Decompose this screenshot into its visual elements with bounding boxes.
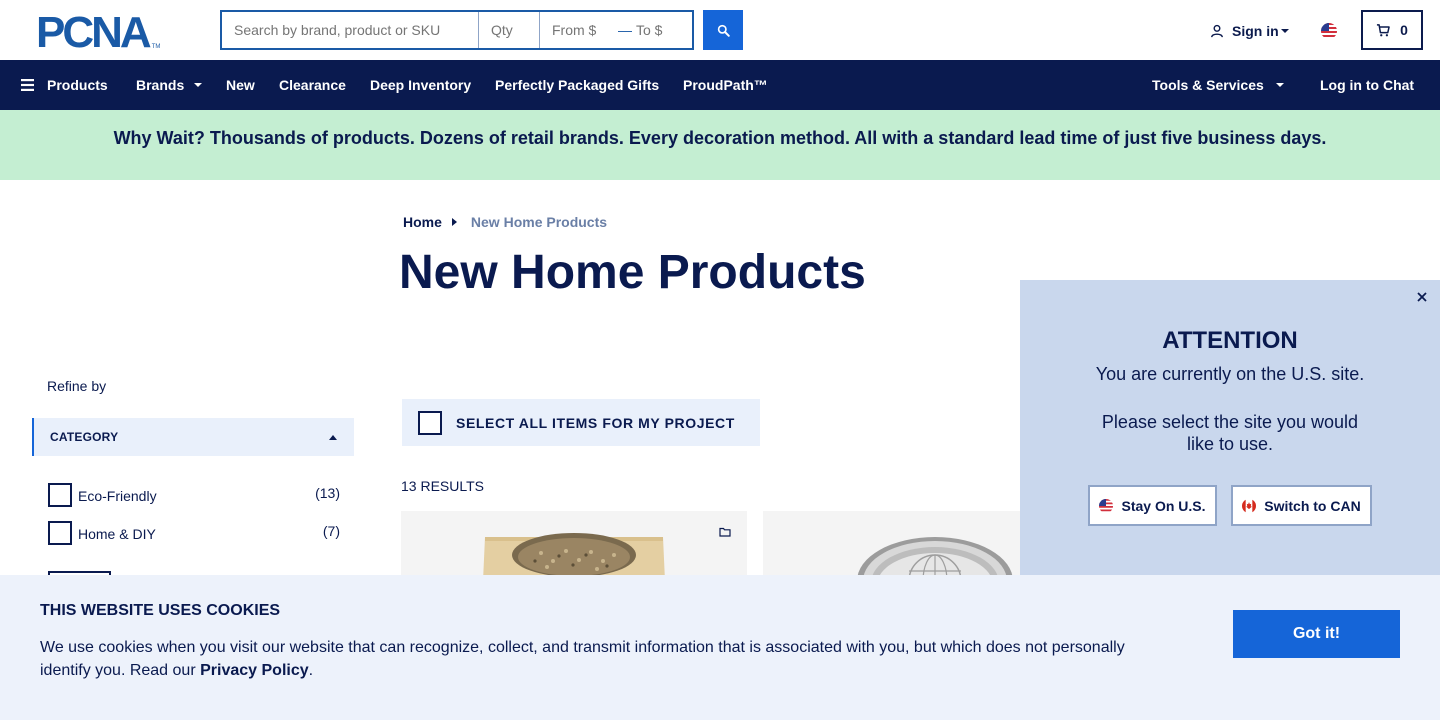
breadcrumb-current: New Home Products	[470, 214, 608, 230]
category-filter-header[interactable]: CATEGORY	[32, 418, 354, 456]
nav-clearance[interactable]: Clearance	[279, 60, 346, 110]
select-all-label: SELECT ALL ITEMS FOR MY PROJECT	[456, 414, 735, 431]
cookie-period: .	[308, 662, 314, 679]
logo-trademark: TM	[151, 44, 161, 50]
main-nav: Products Brands New Clearance Deep Inven…	[0, 60, 1440, 110]
filter-option[interactable]: Home & DIY (7)	[48, 521, 340, 545]
cookie-accept-button[interactable]: Got it!	[1233, 610, 1400, 658]
search-input[interactable]	[222, 12, 479, 48]
price-from-input[interactable]	[540, 12, 616, 48]
cart-button[interactable]: 0	[1361, 10, 1423, 50]
us-flag-icon	[1099, 498, 1114, 513]
qty-input[interactable]	[479, 12, 540, 48]
chevron-down-icon	[194, 83, 203, 87]
search-bar: —	[220, 10, 694, 50]
user-icon	[1211, 24, 1223, 38]
top-header: PCNA TM — Sign in	[0, 0, 1440, 60]
cart-icon	[1377, 23, 1390, 36]
sign-in-menu[interactable]: Sign in	[1210, 20, 1289, 42]
popup-current-site: You are currently on the U.S. site.	[1095, 364, 1365, 384]
canada-flag-icon	[1242, 498, 1257, 513]
popup-instructions: Please select the site you would like to…	[1101, 412, 1359, 454]
nav-products-label: Products	[47, 77, 108, 93]
nav-proudpath[interactable]: ProudPath™	[683, 60, 768, 110]
chevron-up-icon	[329, 435, 337, 440]
cart-count: 0	[1400, 22, 1408, 38]
breadcrumb-home[interactable]: Home	[403, 214, 442, 230]
product-image	[483, 533, 665, 581]
nav-deep-inventory[interactable]: Deep Inventory	[370, 60, 471, 110]
category-filter-label: CATEGORY	[50, 430, 119, 444]
nav-brands[interactable]: Brands	[136, 60, 203, 110]
filter-label: Eco-Friendly	[78, 488, 157, 504]
nav-products[interactable]: Products	[21, 60, 108, 110]
nav-chat-login[interactable]: Log in to Chat	[1320, 60, 1414, 110]
nav-tools-label: Tools & Services	[1152, 77, 1264, 93]
cookie-title: THIS WEBSITE USES COOKIES	[40, 602, 281, 619]
close-icon[interactable]	[1415, 290, 1429, 304]
filter-label: Home & DIY	[78, 526, 156, 542]
site-selection-popup: ATTENTION You are currently on the U.S. …	[1020, 280, 1440, 580]
privacy-policy-link[interactable]: Privacy Policy	[200, 662, 309, 679]
filter-checkbox[interactable]	[48, 521, 72, 545]
price-range-separator: —	[618, 22, 632, 38]
promo-banner: Why Wait? Thousands of products. Dozens …	[0, 110, 1440, 180]
refine-label: Refine by	[47, 378, 107, 394]
filter-checkbox[interactable]	[48, 483, 72, 507]
logo-text: PCNA	[36, 8, 152, 57]
us-flag-icon[interactable]	[1321, 23, 1337, 39]
cookie-banner: THIS WEBSITE USES COOKIES We use cookies…	[0, 575, 1440, 720]
nav-tools-services[interactable]: Tools & Services	[1152, 60, 1284, 110]
filter-option[interactable]: Eco-Friendly (13)	[48, 483, 340, 507]
filter-count: (7)	[322, 523, 340, 539]
search-icon	[717, 24, 730, 37]
price-to-input[interactable]	[634, 12, 692, 48]
search-button[interactable]	[703, 10, 743, 50]
sign-in-label: Sign in	[1232, 23, 1279, 39]
select-all-checkbox[interactable]	[418, 410, 442, 435]
nav-gifts[interactable]: Perfectly Packaged Gifts	[495, 60, 659, 110]
product-image	[857, 537, 1013, 581]
nav-brands-label: Brands	[136, 77, 185, 93]
switch-can-button[interactable]: Switch to CAN	[1231, 485, 1372, 526]
stay-us-button[interactable]: Stay On U.S.	[1088, 485, 1217, 526]
cookie-message: We use cookies when you visit our websit…	[40, 636, 1150, 682]
breadcrumb: Home New Home Products	[403, 213, 607, 231]
popup-title: ATTENTION	[1162, 327, 1298, 354]
chevron-down-icon	[1275, 83, 1284, 87]
filter-count: (13)	[315, 485, 340, 501]
chevron-down-icon	[1280, 29, 1289, 33]
promo-banner-text: Why Wait? Thousands of products. Dozens …	[113, 128, 1327, 148]
product-card[interactable]	[763, 511, 1023, 581]
results-count: 13 RESULTS	[401, 478, 484, 494]
folder-icon[interactable]	[719, 527, 731, 537]
nav-new[interactable]: New	[226, 60, 255, 110]
stay-us-label: Stay On U.S.	[1121, 497, 1206, 514]
pcna-logo[interactable]: PCNA TM	[36, 8, 161, 57]
chevron-right-icon	[451, 218, 457, 226]
menu-icon	[21, 79, 34, 91]
page-title: New Home Products	[399, 246, 866, 299]
select-all-items[interactable]: SELECT ALL ITEMS FOR MY PROJECT	[402, 399, 760, 446]
switch-can-label: Switch to CAN	[1264, 497, 1361, 514]
product-card[interactable]	[401, 511, 747, 581]
